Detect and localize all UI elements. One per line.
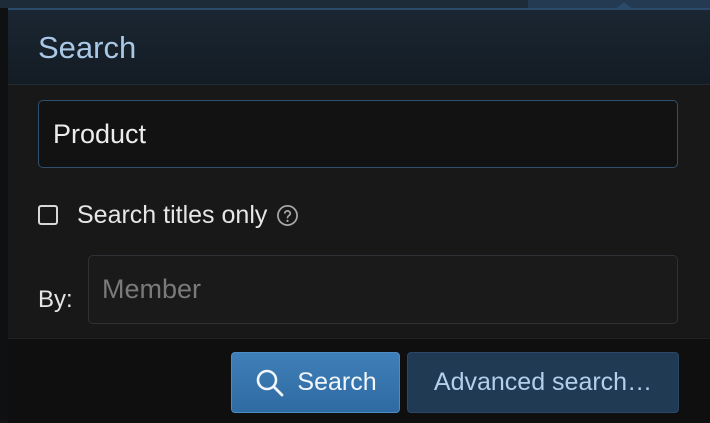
member-field-label: By: xyxy=(38,286,73,313)
page-top-bar xyxy=(0,0,710,8)
member-input[interactable] xyxy=(88,255,678,324)
search-titles-only-checkbox[interactable] xyxy=(38,205,58,225)
popup-pointer-arrow xyxy=(614,2,634,10)
search-icon xyxy=(257,369,284,396)
popup-footer: Search Advanced search… xyxy=(8,338,710,423)
advanced-search-label: Advanced search… xyxy=(433,368,653,396)
popup-header: Search xyxy=(8,10,710,85)
search-titles-only-row: Search titles only xyxy=(38,200,299,230)
advanced-search-button[interactable]: Advanced search… xyxy=(407,352,679,413)
search-popup: Search Search titles only By: Search Adv… xyxy=(8,2,710,423)
popup-title: Search xyxy=(38,30,137,65)
search-button-label: Search xyxy=(297,368,377,396)
search-keywords-input[interactable] xyxy=(38,100,678,168)
search-submit-button[interactable]: Search xyxy=(231,352,400,413)
search-titles-only-label[interactable]: Search titles only xyxy=(77,201,267,230)
page-background-edge xyxy=(0,8,8,420)
question-circle-icon[interactable] xyxy=(276,204,299,227)
